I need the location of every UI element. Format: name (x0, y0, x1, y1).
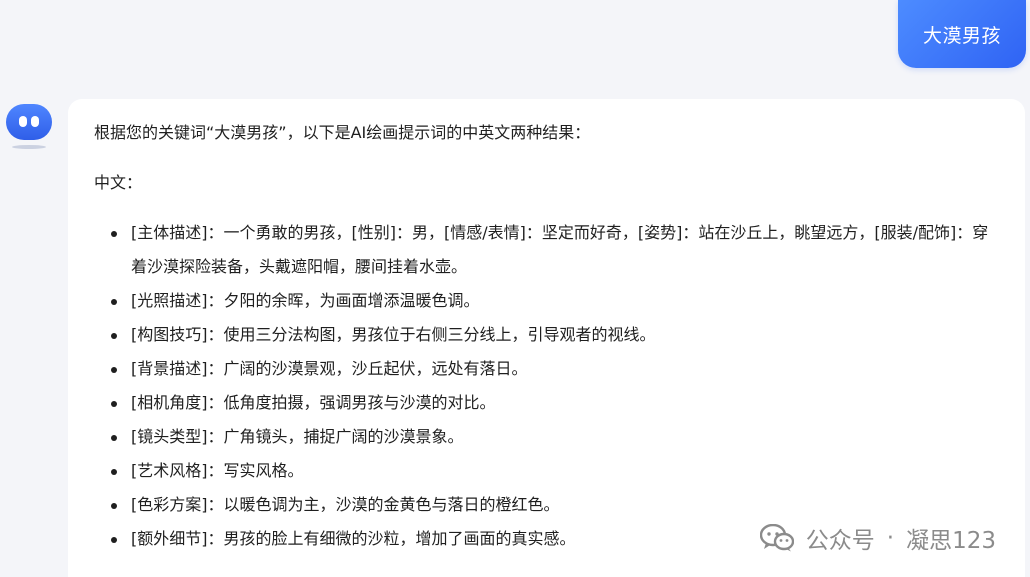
avatar-shadow (12, 145, 46, 149)
robot-avatar-icon (6, 104, 52, 150)
avatar-head (6, 104, 52, 140)
wechat-logo-icon (759, 524, 794, 552)
watermark-separator: · (886, 525, 895, 551)
watermark: 公众号 · 凝思123 (759, 521, 996, 555)
prompt-item-lighting: [光照描述]：夕阳的余晖，为画面增添温暖色调。 (107, 284, 997, 318)
section-label-chinese: 中文： (94, 173, 143, 192)
watermark-author-text: 凝思123 (906, 528, 996, 554)
prompt-item-camera-angle: [相机角度]：低角度拍摄，强调男孩与沙漠的对比。 (107, 386, 997, 420)
avatar-left-eye (19, 116, 27, 127)
watermark-source-text: 公众号 (805, 528, 875, 554)
prompt-item-lens-type: [镜头类型]：广角镜头，捕捉广阔的沙漠景象。 (107, 420, 997, 454)
prompt-item-subject: [主体描述]：一个勇敢的男孩，[性别]：男，[情感/表情]：坚定而好奇，[姿势]… (107, 216, 997, 284)
prompt-item-background: [背景描述]：广阔的沙漠景观，沙丘起伏，远处有落日。 (107, 352, 997, 386)
user-message-bubble: 大漠男孩 (898, 0, 1026, 68)
bot-message-card: 根据您的关键词“大漠男孩”，以下是AI绘画提示词的中英文两种结果： 中文： [主… (68, 99, 1025, 577)
prompt-item-art-style: [艺术风格]：写实风格。 (107, 454, 997, 488)
user-message-text: 大漠男孩 (922, 24, 1001, 47)
chat-page: 大漠男孩 根据您的关键词“大漠男孩”，以下是AI绘画提示词的中英文两种结果： 中… (0, 0, 1030, 577)
bot-intro-text: 根据您的关键词“大漠男孩”，以下是AI绘画提示词的中英文两种结果： (94, 123, 591, 142)
prompt-item-composition: [构图技巧]：使用三分法构图，男孩位于右侧三分线上，引导观者的视线。 (107, 318, 997, 352)
avatar-right-eye (31, 116, 39, 127)
prompt-item-color-scheme: [色彩方案]：以暖色调为主，沙漠的金黄色与落日的橙红色。 (107, 488, 997, 522)
prompt-item-list: [主体描述]：一个勇敢的男孩，[性别]：男，[情感/表情]：坚定而好奇，[姿势]… (94, 216, 997, 556)
